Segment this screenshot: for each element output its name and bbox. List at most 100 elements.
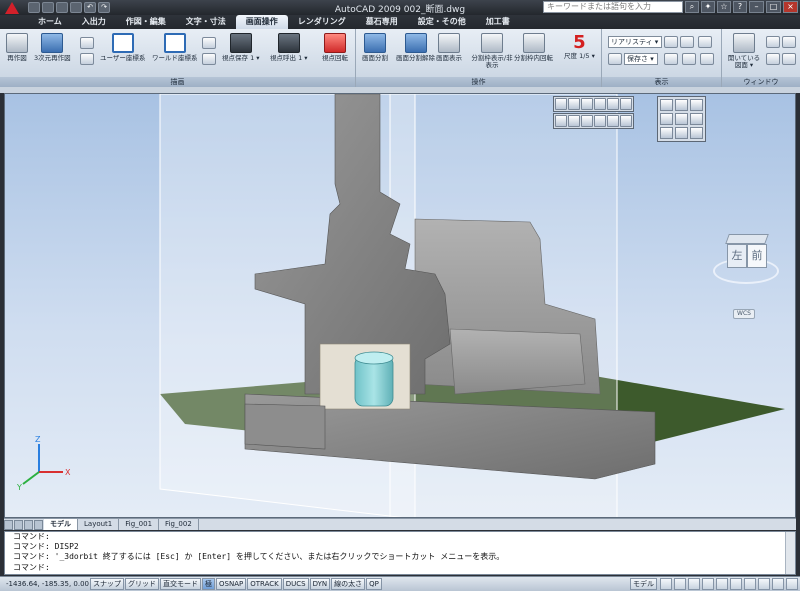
otrack-toggle[interactable]: OTRACK	[247, 578, 282, 590]
view-top-icon[interactable]	[660, 99, 673, 111]
save-view-button[interactable]: 視点保存 1 ▾	[222, 33, 260, 62]
cascade-icon[interactable]	[766, 36, 780, 48]
layout-thumb-icon[interactable]	[660, 578, 672, 590]
tab-settings[interactable]: 設定・その他	[408, 15, 476, 29]
view-back-icon[interactable]	[690, 113, 703, 125]
continuous-orbit-icon[interactable]	[594, 115, 606, 127]
grid-toggle[interactable]: グリッド	[125, 578, 159, 590]
redo-icon[interactable]: ↷	[98, 2, 110, 13]
wireframe-3d-icon[interactable]	[568, 98, 580, 110]
view-bottom-icon[interactable]	[675, 99, 688, 111]
viewcube-top-face[interactable]	[725, 234, 769, 244]
camera-small-icon[interactable]	[680, 36, 694, 48]
tab-prev-icon[interactable]	[14, 519, 23, 530]
zoom-status-icon[interactable]	[702, 578, 714, 590]
command-prompt[interactable]: コマンド:	[13, 563, 50, 573]
snap-toggle[interactable]: スナップ	[90, 578, 124, 590]
wireframe-2d-icon[interactable]	[555, 98, 567, 110]
tab-draw-edit[interactable]: 作図・編集	[116, 15, 176, 29]
regen3d-button[interactable]: 3次元再作図	[34, 33, 71, 62]
search-input[interactable]: キーワードまたは語句を入力	[543, 1, 683, 13]
tile-vertical-icon[interactable]	[766, 53, 780, 65]
split-frame-toggle-button[interactable]: 分割枠表示/非表示	[470, 33, 514, 69]
regen-button[interactable]: 再作図	[6, 33, 28, 62]
open-drawings-button[interactable]: 開いている図面 ▾	[726, 33, 762, 69]
polar-toggle[interactable]: 極	[202, 578, 215, 590]
orbit-icon[interactable]	[682, 53, 696, 65]
split-frame-rotate-button[interactable]: 分割枠内回転	[514, 33, 553, 62]
view-display-button[interactable]: 画面表示	[436, 33, 462, 62]
layout-tab-layout1[interactable]: Layout1	[78, 519, 120, 530]
tab-gravestone[interactable]: 墓石専用	[356, 15, 408, 29]
drawing-thumb-icon[interactable]	[674, 578, 686, 590]
lineweight-toggle[interactable]: 線の太さ	[331, 578, 366, 590]
pan-tool-icon[interactable]	[555, 115, 567, 127]
tab-rendering[interactable]: レンダリング	[288, 15, 356, 29]
workspace-icon[interactable]	[758, 578, 770, 590]
free-orbit-icon[interactable]	[581, 115, 593, 127]
osnap-toggle[interactable]: OSNAP	[216, 578, 247, 590]
minimize-button[interactable]: –	[749, 1, 764, 13]
open-icon[interactable]	[42, 2, 54, 13]
split-view-button[interactable]: 画面分割	[362, 33, 388, 62]
pan-icon[interactable]	[698, 36, 712, 48]
tile-horizontal-icon[interactable]	[782, 36, 796, 48]
lock-icon[interactable]	[772, 578, 784, 590]
view-front-icon[interactable]	[675, 113, 688, 125]
tab-text-dim[interactable]: 文字・寸法	[176, 15, 236, 29]
view-sw-iso-icon[interactable]	[660, 127, 673, 139]
tab-last-icon[interactable]	[34, 519, 43, 530]
communication-icon[interactable]: ✦	[701, 1, 715, 13]
ucs-small-icon[interactable]	[202, 37, 216, 49]
saved-view-select[interactable]: 保存さ ▾	[624, 53, 658, 65]
undo-icon[interactable]: ↶	[84, 2, 96, 13]
arrange-icon[interactable]	[782, 53, 796, 65]
view-left-icon[interactable]	[690, 99, 703, 111]
view-se-iso-icon[interactable]	[675, 127, 688, 139]
ucs-button[interactable]: ユーザー座標系	[100, 33, 145, 62]
wcs-button[interactable]: ワールド座標系	[152, 33, 198, 62]
visual-style-select[interactable]: リアリスティ ▾	[608, 36, 662, 48]
command-window[interactable]: コマンド: コマンド: DISP2 コマンド: '_3dorbit 終了するには…	[4, 531, 796, 575]
scale-button[interactable]: 5 尺度 1/5 ▾	[564, 33, 595, 60]
viewcube-front-face[interactable]: 前	[747, 244, 767, 268]
tab-processing[interactable]: 加工書	[476, 15, 520, 29]
refresh-icon[interactable]	[80, 53, 94, 65]
wcs-menu[interactable]: WCS	[733, 309, 755, 319]
visual-style-manager-icon[interactable]	[620, 98, 632, 110]
close-button[interactable]: ×	[783, 1, 798, 13]
steering-wheel-status-icon[interactable]	[716, 578, 728, 590]
rotate-view-button[interactable]: 視点回転	[322, 33, 348, 62]
save-icon[interactable]	[56, 2, 68, 13]
unsplit-view-button[interactable]: 画面分割解除	[396, 33, 435, 62]
lights-icon[interactable]	[607, 115, 619, 127]
ortho-toggle[interactable]: 直交モード	[160, 578, 201, 590]
command-scrollbar[interactable]	[785, 532, 795, 574]
plot-icon[interactable]	[70, 2, 82, 13]
favorites-icon[interactable]: ☆	[717, 1, 731, 13]
globe-icon[interactable]	[664, 36, 678, 48]
viewcube[interactable]: 左 前	[713, 234, 779, 286]
recall-view-button[interactable]: 視点呼出 1 ▾	[270, 33, 308, 62]
showmotion-icon[interactable]	[730, 578, 742, 590]
tab-view-ops[interactable]: 画面操作	[235, 15, 288, 29]
ducs-toggle[interactable]: DUCS	[282, 578, 309, 590]
view-ne-iso-icon[interactable]	[690, 127, 703, 139]
pan-status-icon[interactable]	[688, 578, 700, 590]
constrained-orbit-icon[interactable]	[568, 115, 580, 127]
zoom-icon[interactable]	[664, 53, 678, 65]
layout-tab-model[interactable]: モデル	[44, 519, 78, 530]
model-space-button[interactable]: モデル	[630, 578, 657, 590]
viewcube-left-face[interactable]: 左	[727, 244, 747, 268]
help-icon[interactable]: ?	[733, 1, 747, 13]
tab-next-icon[interactable]	[24, 519, 33, 530]
conceptual-icon[interactable]	[607, 98, 619, 110]
maximize-button[interactable]: □	[766, 1, 781, 13]
annotation-scale-icon[interactable]	[744, 578, 756, 590]
search-icon[interactable]: ⌕	[685, 1, 699, 13]
materials-icon[interactable]	[620, 115, 632, 127]
edit-icon[interactable]	[80, 37, 94, 49]
layout-tab-fig001[interactable]: Fig_001	[119, 519, 160, 530]
new-icon[interactable]	[28, 2, 40, 13]
view-right-icon[interactable]	[660, 113, 673, 125]
